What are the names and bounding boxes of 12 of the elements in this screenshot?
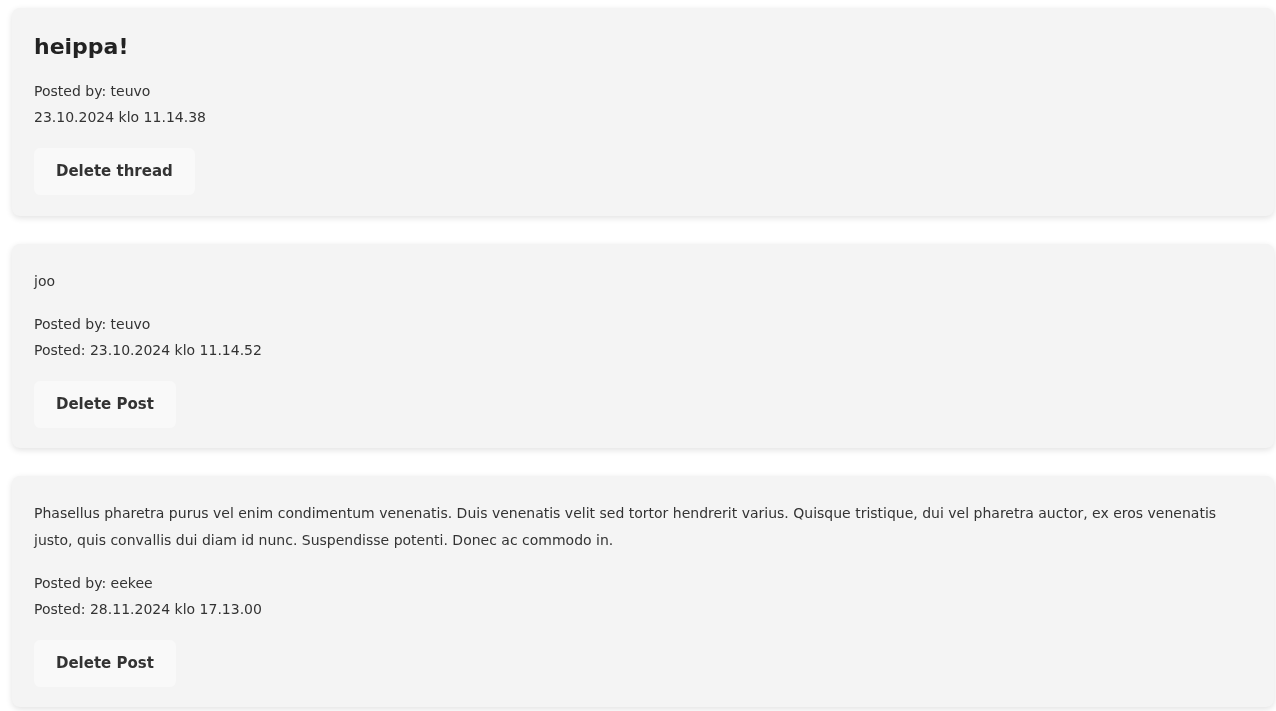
post-author: Posted by: teuvo	[34, 315, 152, 334]
post-body: Phasellus pharetra purus vel enim condimentum venenatis. Duis venenatis velit sed tortor hendrerit varius. Quisque tristique, dui vel pharetra auctor, ex eros venenatis justo, quis convallis dui diam id nunc. Suspendisse potenti. Donec ac commodo in.	[34, 504, 1218, 550]
thread-date: 23.10.2024 klo 11.14.38	[34, 108, 207, 127]
thread-author: Posted by: teuvo	[34, 82, 152, 101]
delete-thread-button[interactable]: Delete thread	[34, 148, 195, 195]
delete-post-button[interactable]: Delete Post	[34, 381, 176, 428]
delete-post-button[interactable]: Delete Post	[34, 640, 176, 687]
thread-title: heippa!	[34, 33, 130, 61]
post-body: joo	[34, 272, 57, 291]
post-date: Posted: 28.11.2024 klo 17.13.00	[34, 600, 263, 619]
post-author: Posted by: eekee	[34, 574, 154, 593]
post-date: Posted: 23.10.2024 klo 11.14.52	[34, 341, 263, 360]
